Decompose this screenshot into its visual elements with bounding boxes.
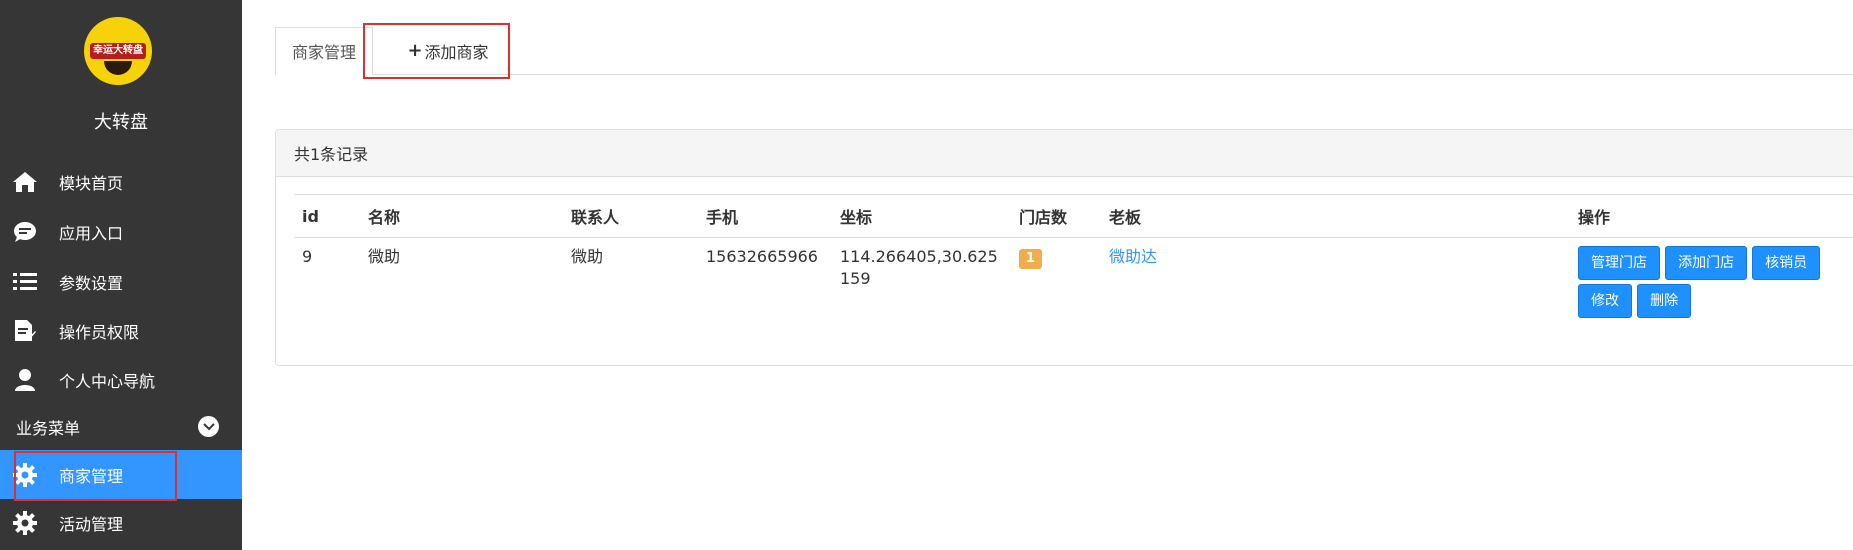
delete-button[interactable]: 删除 — [1637, 284, 1692, 318]
chevron-down-icon — [198, 416, 219, 437]
sidebar-item-module-home[interactable]: 模块首页 — [0, 157, 242, 206]
business-menu-toggle[interactable]: 业务菜单 — [0, 414, 242, 440]
tab-bar: 商家管理 + 添加商家 — [275, 27, 1853, 75]
table-row: 9 微助 微助 15632665966 114.266405,30.625159… — [294, 238, 1853, 331]
cell-boss: 微助达 — [1101, 238, 1570, 331]
sidebar-item-label: 参数设置 — [59, 273, 124, 293]
tab-merchant-management[interactable]: 商家管理 — [275, 27, 373, 75]
sidebar-item-label: 个人中心导航 — [59, 371, 156, 391]
sidebar-item-label: 应用入口 — [59, 223, 124, 243]
cell-name: 微助 — [368, 247, 401, 266]
sidebar-item-user-center-nav[interactable]: 个人中心导航 — [0, 355, 242, 404]
cell-store-count: 1 — [1011, 238, 1101, 331]
merchant-table: id 名称 联系人 手机 坐标 门店数 老板 操作 9 微助 微助 156326… — [294, 194, 1853, 330]
highlight-box-merchant-management — [14, 451, 177, 501]
cell-coords: 114.266405,30.625159 — [832, 238, 1011, 331]
user-icon — [12, 367, 38, 393]
edit-button[interactable]: 修改 — [1578, 284, 1632, 318]
column-header-name: 名称 — [360, 194, 563, 238]
coords-value: 114.266405,30.625159 — [840, 247, 998, 288]
column-header-actions: 操作 — [1570, 194, 1853, 238]
section-title: 业务菜单 — [16, 419, 81, 438]
store-count-badge: 1 — [1019, 249, 1043, 269]
home-icon — [12, 169, 38, 195]
column-header-coords: 坐标 — [832, 194, 1011, 238]
table-header-row: id 名称 联系人 手机 坐标 门店数 老板 操作 — [294, 194, 1853, 238]
cell-actions: 管理门店 添加门店 核销员 修改 删除 — [1570, 238, 1853, 331]
merchant-panel: 共1条记录 id 名称 联系人 手机 坐标 门店数 老板 操作 9 微助 微助 … — [275, 129, 1853, 366]
sidebar-item-operator-permissions[interactable]: 操作员权限 — [0, 306, 242, 355]
column-header-store-count: 门店数 — [1011, 194, 1101, 238]
record-count: 共1条记录 — [276, 130, 1853, 177]
app-logo: 幸运大转盘 — [84, 17, 152, 85]
column-header-id: id — [294, 194, 360, 238]
chat-icon — [12, 219, 38, 245]
cell-phone: 15632665966 — [706, 247, 818, 266]
boss-link[interactable]: 微助达 — [1109, 247, 1157, 266]
sidebar-item-activity-management[interactable]: 活动管理 — [0, 498, 242, 547]
highlight-box-add-merchant — [363, 23, 510, 79]
list-icon — [12, 269, 38, 295]
sidebar-item-label: 活动管理 — [59, 514, 124, 534]
cell-id: 9 — [302, 247, 313, 266]
cell-contact: 微助 — [571, 247, 604, 266]
document-edit-icon — [12, 318, 38, 344]
column-header-boss: 老板 — [1101, 194, 1570, 238]
sidebar-item-label: 模块首页 — [59, 173, 124, 193]
column-header-contact: 联系人 — [563, 194, 698, 238]
sidebar-item-label: 操作员权限 — [59, 322, 140, 342]
app-name: 大转盘 — [94, 112, 148, 133]
logo-text: 幸运大转盘 — [93, 45, 143, 56]
column-header-phone: 手机 — [698, 194, 832, 238]
sidebar-item-settings[interactable]: 参数设置 — [0, 257, 242, 306]
manage-stores-button[interactable]: 管理门店 — [1578, 246, 1660, 280]
gear-icon — [12, 510, 38, 536]
verifier-button[interactable]: 核销员 — [1752, 246, 1821, 280]
sidebar-item-app-entry[interactable]: 应用入口 — [0, 207, 242, 256]
add-store-button[interactable]: 添加门店 — [1665, 246, 1748, 280]
